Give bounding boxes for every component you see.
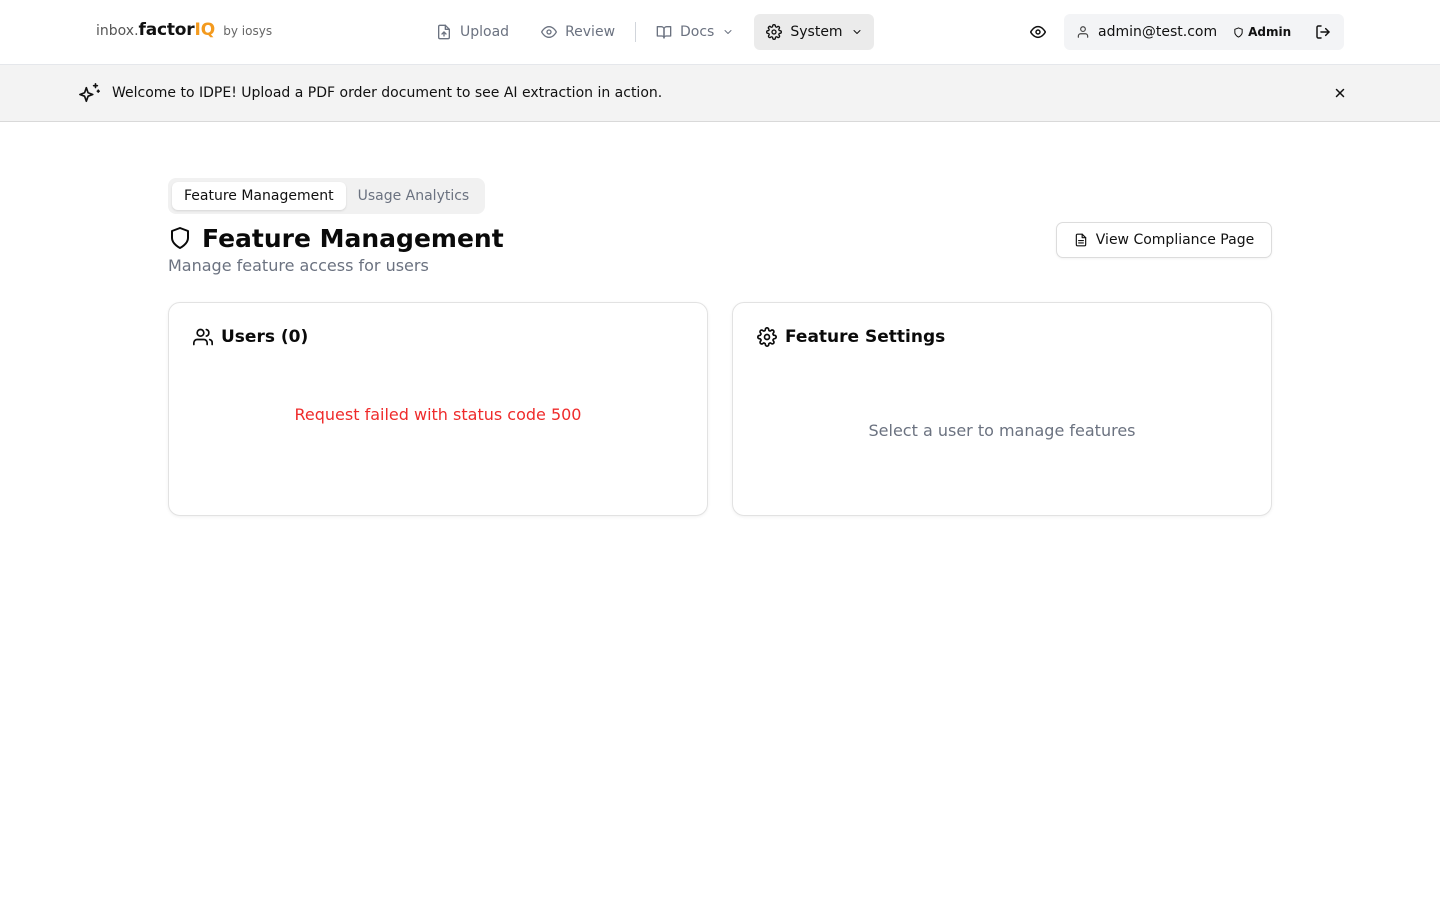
- logo-prefix: inbox.: [96, 23, 139, 39]
- nav-upload-label: Upload: [460, 24, 510, 40]
- feature-settings-card: Feature Settings Select a user to manage…: [732, 302, 1272, 516]
- users-card-header: Users (0): [193, 327, 308, 347]
- page-subtitle: Manage feature access for users: [168, 256, 429, 275]
- logo-name: factor: [138, 20, 195, 40]
- user-role-label: Admin: [1248, 25, 1292, 39]
- gear-icon: [766, 24, 783, 40]
- page-title-row: Feature Management: [168, 222, 504, 254]
- chevron-down-icon: [853, 30, 861, 34]
- view-compliance-button[interactable]: View Compliance Page: [1056, 222, 1272, 258]
- users-card: Users (0) Request failed with status cod…: [168, 302, 708, 516]
- logout-icon: [1316, 25, 1330, 39]
- users-error-message: Request failed with status code 500: [294, 405, 582, 424]
- preview-toggle-button[interactable]: [1024, 18, 1052, 46]
- nav-docs-dropdown[interactable]: Docs: [644, 14, 746, 50]
- user-email: admin@test.com: [1098, 24, 1218, 40]
- eye-icon: [1030, 25, 1046, 39]
- tab-feature-management[interactable]: Feature Management: [172, 182, 346, 210]
- users-icon: [193, 328, 213, 346]
- nav-docs-label: Docs: [680, 24, 715, 40]
- shield-icon: [1234, 26, 1243, 38]
- nav-review-label: Review: [565, 24, 616, 40]
- user-menu[interactable]: admin@test.com Admin: [1064, 14, 1344, 50]
- welcome-banner: Welcome to IDPE! Upload a PDF order docu…: [0, 65, 1440, 122]
- book-open-icon: [656, 26, 672, 39]
- main-nav: Upload Review Docs System: [424, 14, 875, 50]
- file-upload-icon: [438, 24, 450, 40]
- tab-usage-analytics[interactable]: Usage Analytics: [346, 182, 482, 210]
- app-logo[interactable]: inbox. factor IQ by iosys: [96, 20, 272, 44]
- nav-system-dropdown[interactable]: System: [754, 14, 875, 50]
- view-compliance-label: View Compliance Page: [1095, 232, 1255, 248]
- feature-settings-empty-state: Select a user to manage features: [868, 421, 1136, 440]
- sparkles-icon: [79, 83, 100, 103]
- logo-accent: IQ: [194, 20, 216, 40]
- chevron-down-icon: [724, 30, 732, 34]
- logout-button[interactable]: [1311, 20, 1335, 44]
- feature-settings-header: Feature Settings: [757, 327, 945, 347]
- nav-divider: [635, 22, 637, 42]
- user-icon: [1077, 26, 1089, 38]
- nav-system-label: System: [790, 24, 843, 40]
- close-icon: [1335, 88, 1345, 98]
- users-card-title: Users (0): [221, 327, 309, 347]
- top-navigation-bar: inbox. factor IQ by iosys Upload Review …: [0, 0, 1440, 65]
- nav-upload[interactable]: Upload: [424, 14, 521, 50]
- logo-byline: by iosys: [223, 24, 273, 38]
- eye-icon: [541, 26, 558, 38]
- page-title: Feature Management: [202, 223, 504, 253]
- banner-close-button[interactable]: [1330, 83, 1350, 103]
- gear-icon: [757, 327, 777, 347]
- user-role-badge: Admin: [1233, 25, 1291, 39]
- feature-settings-title: Feature Settings: [785, 327, 946, 347]
- shield-icon: [171, 227, 189, 249]
- system-tabs: Feature Management Usage Analytics: [168, 178, 485, 214]
- page-header: Feature Management Manage feature access…: [168, 222, 504, 276]
- nav-review[interactable]: Review: [529, 14, 627, 50]
- banner-message: Welcome to IDPE! Upload a PDF order docu…: [112, 85, 663, 101]
- file-text-icon: [1075, 233, 1087, 247]
